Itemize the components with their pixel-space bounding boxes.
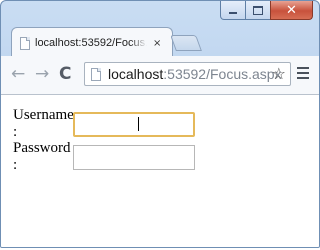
page-content: Username : Password : xyxy=(1,95,319,247)
username-input[interactable] xyxy=(73,111,195,137)
close-window-button[interactable]: ✕ xyxy=(270,1,313,20)
forward-arrow-icon[interactable]: → xyxy=(35,64,49,84)
username-row: Username : xyxy=(13,107,195,141)
text-caret xyxy=(138,116,139,131)
tab-title: localhost:53592/Focus.aspx xyxy=(35,37,147,49)
new-tab-button[interactable] xyxy=(170,35,202,51)
url-text[interactable]: localhost:53592/Focus.aspx xyxy=(108,66,282,82)
username-label: Username : xyxy=(13,107,74,140)
password-label: Password : xyxy=(13,140,71,173)
back-arrow-icon[interactable]: ← xyxy=(11,64,25,84)
maximize-icon xyxy=(253,5,263,15)
browser-toolbar: ← → C localhost:53592/Focus.aspx ☆ xyxy=(1,56,319,95)
minimize-icon xyxy=(229,12,237,14)
hamburger-menu-icon[interactable] xyxy=(297,67,309,80)
password-input[interactable] xyxy=(73,144,195,170)
browser-window: ✕ localhost:53592/Focus.aspx × ← → C loc… xyxy=(0,0,320,248)
address-bar[interactable]: localhost:53592/Focus.aspx ☆ xyxy=(84,62,291,86)
bookmark-star-icon[interactable]: ☆ xyxy=(272,64,286,83)
url-path: :53592/Focus.aspx xyxy=(163,66,282,82)
reload-icon[interactable]: C xyxy=(59,64,71,84)
page-icon xyxy=(91,67,101,81)
close-icon: ✕ xyxy=(286,2,297,18)
browser-tab[interactable]: localhost:53592/Focus.aspx × xyxy=(11,27,173,57)
password-row: Password : xyxy=(13,140,195,174)
url-host: localhost xyxy=(108,66,164,82)
window-caption-controls: ✕ xyxy=(220,1,313,21)
tab-close-icon[interactable]: × xyxy=(153,38,161,49)
minimize-button[interactable] xyxy=(220,1,246,20)
page-icon xyxy=(20,36,30,50)
maximize-button[interactable] xyxy=(245,1,271,20)
